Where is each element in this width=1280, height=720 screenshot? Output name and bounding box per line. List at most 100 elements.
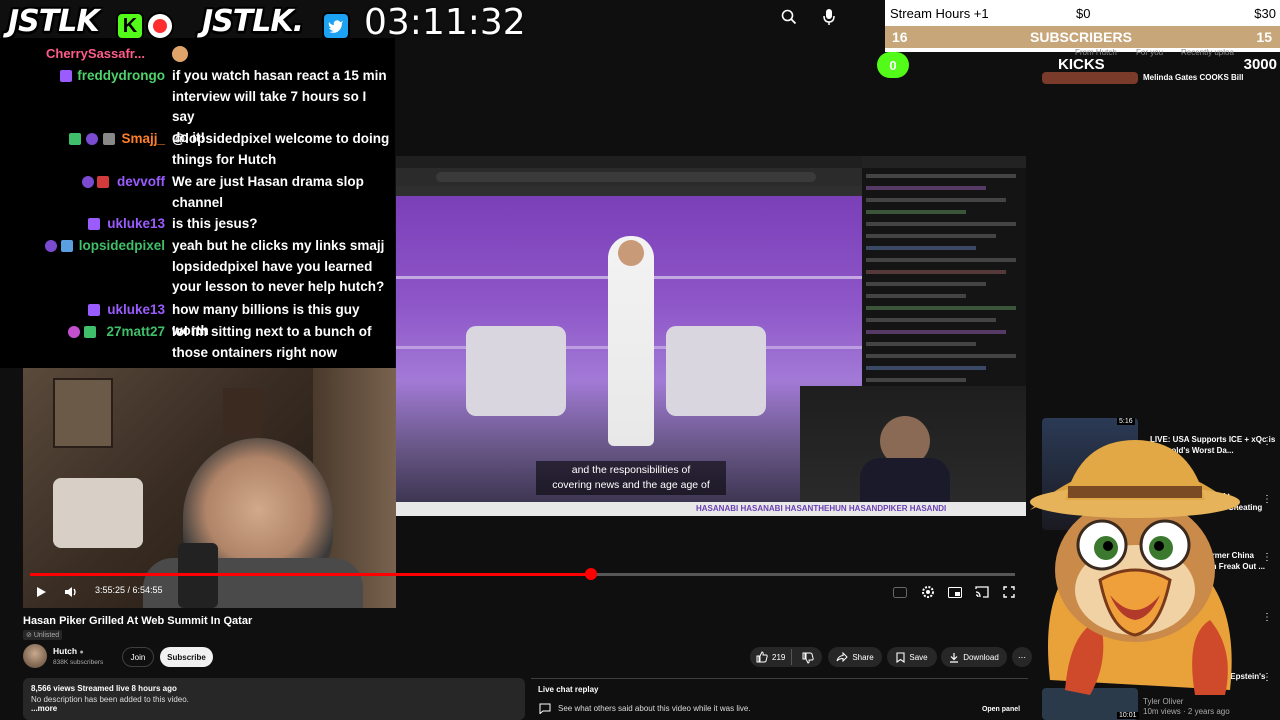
wall-poster bbox=[53, 378, 113, 448]
chat-username: freddydrongo bbox=[77, 68, 165, 83]
mute-button[interactable] bbox=[60, 582, 82, 602]
wall-frame bbox=[223, 388, 263, 438]
live-chat-title: Live chat replay bbox=[538, 685, 599, 694]
chat-text: lol im sitting next to a bunch of those … bbox=[172, 322, 392, 363]
miniplayer-icon bbox=[948, 586, 962, 598]
like-button[interactable] bbox=[756, 651, 768, 665]
chat-line: interview will take 7 hours so I say bbox=[172, 88, 367, 125]
download-label: Download bbox=[963, 652, 999, 662]
more-options-icon[interactable]: ⋮ bbox=[1262, 552, 1272, 563]
download-icon bbox=[950, 652, 959, 663]
chat-text: yeah but he clicks my links smajj lopsid… bbox=[172, 236, 392, 298]
share-label: Share bbox=[852, 652, 874, 662]
cast-button[interactable] bbox=[971, 582, 993, 602]
progress-scrubber[interactable] bbox=[585, 568, 598, 580]
chat-line: those ontainers right now bbox=[172, 344, 338, 360]
chat-bubble-icon bbox=[539, 703, 551, 714]
play-icon bbox=[37, 587, 46, 597]
cast-icon bbox=[975, 586, 989, 598]
goal-label: Stream Hours +1 bbox=[890, 6, 989, 21]
fullscreen-button[interactable] bbox=[998, 582, 1020, 602]
chat-username: lopsidedpixel bbox=[78, 238, 165, 253]
more-actions-button[interactable]: ⋯ bbox=[1012, 647, 1032, 667]
goal-target: 3000 bbox=[1243, 56, 1277, 73]
goal-label: SUBSCRIBERS bbox=[1030, 29, 1132, 45]
live-chat-text: See what others said about this video wh… bbox=[558, 704, 751, 713]
stream-goal-overlay: Stream Hours +1 $0 $30 16 SUBSCRIBERS 15… bbox=[877, 0, 1280, 80]
more-options-icon[interactable]: ⋮ bbox=[1262, 612, 1272, 623]
duration-badge: 5:16 bbox=[1117, 418, 1135, 425]
description-more-link[interactable]: ...more bbox=[31, 704, 517, 713]
sidebar-video-title[interactable]: Melinda Gates COOKS Bill bbox=[1143, 73, 1243, 82]
channel-avatar[interactable] bbox=[23, 644, 47, 668]
chat-line: @lopsidedpixel welcome to doing bbox=[172, 131, 390, 146]
settings-button[interactable] bbox=[917, 582, 939, 602]
more-horizontal-icon: ⋯ bbox=[1018, 652, 1026, 662]
brand-logo-left: JSTLK bbox=[8, 4, 100, 39]
record-icon bbox=[146, 12, 174, 40]
join-button[interactable]: Join bbox=[122, 647, 154, 667]
description-text: No description has been added to this vi… bbox=[31, 695, 189, 704]
subscriber-count: 838K subscribers bbox=[53, 659, 104, 666]
description-box[interactable]: 8,566 views Streamed live 8 hours ago No… bbox=[23, 678, 525, 720]
video-time: 3:55:25 / 6:54:55 bbox=[95, 585, 163, 595]
share-button[interactable]: Share bbox=[828, 647, 882, 667]
chat-username: devvoff bbox=[116, 174, 165, 189]
captions-button[interactable] bbox=[889, 582, 911, 602]
stream-timer: 03:11:32 bbox=[364, 2, 526, 43]
thumbs-down-icon bbox=[802, 652, 814, 664]
web-summit-stage: and the responsibilities of covering new… bbox=[396, 196, 862, 504]
unlisted-icon: ⊘ bbox=[26, 632, 32, 639]
search-button[interactable] bbox=[772, 4, 806, 30]
live-chat-replay: Live chat replay See what others said ab… bbox=[531, 678, 1028, 720]
twitter-icon bbox=[322, 12, 350, 40]
social-handles-bar: HASANABI HASANABI HASANTHEHUN HASANDPIKE… bbox=[396, 502, 1026, 516]
chat-message: 27matt27 lol im sitting next to a bunch … bbox=[0, 322, 395, 364]
stream-hours-goal: Stream Hours +1 $0 $30 bbox=[885, 0, 1280, 26]
chat-username: 27matt27 bbox=[106, 324, 165, 339]
download-button[interactable]: Download bbox=[941, 647, 1007, 667]
play-button[interactable] bbox=[30, 582, 52, 602]
volume-icon bbox=[65, 587, 76, 597]
sidebar-chip[interactable]: Recently uploa bbox=[1181, 48, 1234, 57]
speaker-head bbox=[618, 240, 644, 266]
chat-username: CherrySassafr... bbox=[45, 46, 145, 61]
video-title: Hasan Piker Grilled At Web Summit In Qat… bbox=[23, 615, 253, 627]
chat-line: lopsidedpixel have you learned bbox=[172, 258, 373, 274]
kick-icon: K bbox=[116, 12, 144, 40]
goal-current: $0 bbox=[1076, 6, 1091, 21]
voice-search-button[interactable] bbox=[814, 4, 844, 30]
chat-line: if you watch hasan react a 15 min bbox=[172, 68, 387, 83]
miniplayer-button[interactable] bbox=[944, 582, 966, 602]
thumbs-up-icon bbox=[756, 651, 768, 663]
chat-message: freddydrongo if you watch hasan react a … bbox=[0, 66, 395, 145]
goal-target: $30 bbox=[1254, 6, 1276, 21]
save-button[interactable]: Save bbox=[887, 647, 937, 667]
subscribers-goal: 16 SUBSCRIBERS 15 bbox=[885, 26, 1280, 48]
search-icon bbox=[781, 9, 797, 25]
dislike-button[interactable] bbox=[802, 652, 814, 666]
more-options-icon[interactable]: ⋮ bbox=[1262, 436, 1272, 447]
chat-message: devvoff We are just Hasan drama slop cha… bbox=[0, 172, 395, 214]
sidebar-chip[interactable]: For you bbox=[1136, 48, 1163, 57]
more-options-icon[interactable]: ⋮ bbox=[1262, 672, 1272, 683]
bookmark-icon bbox=[896, 651, 905, 663]
chat-line: things for Hutch bbox=[172, 151, 277, 167]
chat-text: @lopsidedpixel welcome to doing things f… bbox=[172, 129, 392, 170]
goal-target: 15 bbox=[1256, 29, 1272, 45]
more-options-icon[interactable]: ⋮ bbox=[1262, 494, 1272, 505]
subscribe-button[interactable]: Subscribe bbox=[160, 647, 213, 667]
sidebar-chip[interactable]: From Hutch bbox=[1075, 48, 1117, 57]
video-progress-bar[interactable] bbox=[30, 568, 1015, 580]
channel-name[interactable]: Hutch ● bbox=[53, 646, 84, 656]
brand-logo-right: JSTLK. bbox=[202, 4, 304, 39]
chat-line: We are just Hasan drama slop bbox=[172, 174, 364, 189]
screen-capture: and the responsibilities of covering new… bbox=[396, 156, 1026, 516]
video-thumbnail[interactable] bbox=[1042, 72, 1138, 84]
save-label: Save bbox=[909, 652, 928, 662]
like-dislike-group: 219 bbox=[750, 647, 822, 667]
open-panel-button[interactable]: Open panel bbox=[973, 701, 1029, 717]
browser-chrome bbox=[396, 156, 862, 196]
share-icon bbox=[836, 652, 849, 662]
caption-line: covering news and the age age of bbox=[552, 479, 710, 491]
